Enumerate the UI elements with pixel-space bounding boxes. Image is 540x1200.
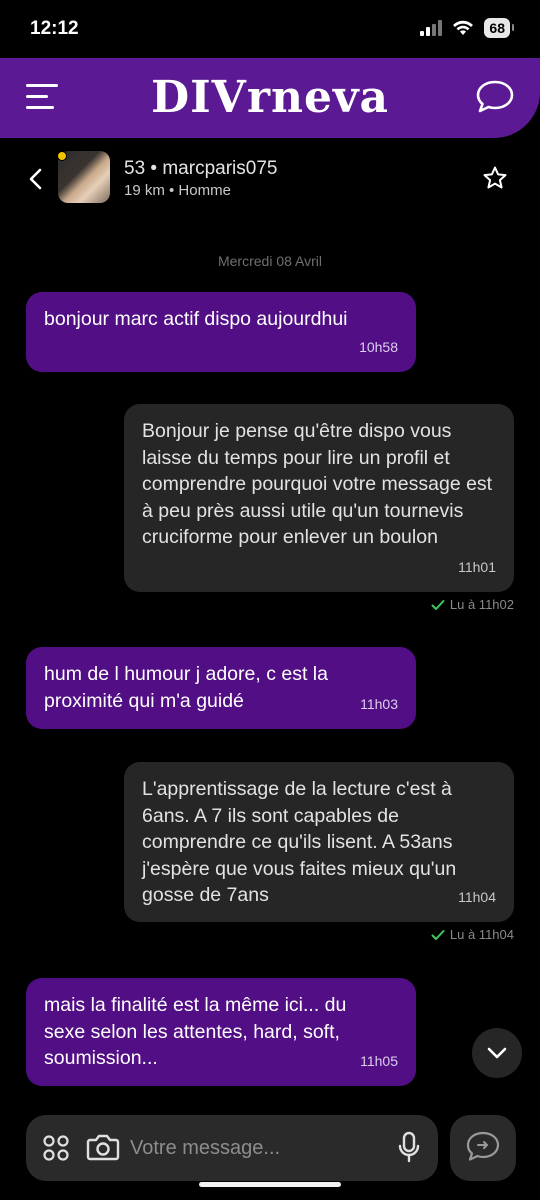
camera-icon[interactable]	[86, 1132, 120, 1162]
status-time: 12:12	[30, 18, 79, 39]
star-icon[interactable]	[482, 165, 508, 191]
microphone-icon[interactable]	[398, 1131, 420, 1163]
message-time: 11h01	[458, 558, 496, 575]
signal-icon	[420, 20, 443, 36]
chevron-left-icon[interactable]	[24, 165, 48, 193]
message-composer	[26, 1115, 438, 1181]
send-chat-icon	[466, 1131, 500, 1161]
chevron-down-icon	[487, 1047, 507, 1059]
home-indicator	[199, 1182, 341, 1187]
message-incoming[interactable]: bonjour marc actif dispo aujourdhui 10h5…	[26, 292, 416, 372]
brand-logo: DIVrneva	[150, 72, 390, 123]
message-incoming[interactable]: hum de l humour j adore, c est la proxim…	[26, 647, 416, 729]
scroll-to-bottom-button[interactable]	[472, 1028, 522, 1078]
message-time: 11h03	[360, 695, 398, 712]
app-header: DIVrneva	[0, 58, 540, 138]
conversation-header: 53 • marcparis075 19 km • Homme	[0, 145, 540, 215]
message-input[interactable]	[130, 1129, 380, 1167]
battery-indicator: 68	[484, 18, 514, 38]
status-bar: 12:12 68	[0, 0, 540, 58]
read-receipt: Lu à 11h02	[431, 597, 514, 612]
message-text: mais la finalité est la même ici... du s…	[44, 994, 347, 1069]
check-icon	[431, 929, 445, 940]
status-icons: 68	[420, 18, 514, 38]
send-button[interactable]	[450, 1115, 516, 1181]
chat-bubble-icon[interactable]	[474, 78, 516, 116]
wifi-icon	[453, 20, 474, 35]
read-receipt: Lu à 11h04	[431, 927, 514, 942]
message-outgoing[interactable]: Bonjour je pense qu'être dispo vous lais…	[124, 404, 514, 592]
message-time: 10h58	[359, 338, 398, 355]
read-receipt-text: Lu à 11h02	[449, 597, 514, 612]
message-text: bonjour marc actif dispo aujourdhui	[44, 308, 348, 330]
grid-icon[interactable]	[42, 1134, 70, 1162]
message-text: hum de l humour j adore, c est la proxim…	[44, 663, 328, 712]
day-separator: Mercredi 08 Avril	[217, 253, 322, 269]
message-text: Bonjour je pense qu'être dispo vous lais…	[142, 420, 493, 548]
check-icon	[431, 599, 445, 610]
message-text: L'apprentissage de la lecture c'est à 6a…	[142, 778, 457, 906]
message-incoming[interactable]: mais la finalité est la même ici... du s…	[26, 978, 416, 1086]
conversation-subtitle: 19 km • Homme	[124, 182, 231, 199]
message-outgoing[interactable]: L'apprentissage de la lecture c'est à 6a…	[124, 762, 514, 922]
message-time: 11h05	[360, 1052, 398, 1069]
conversation-title[interactable]: 53 • marcparis075	[124, 158, 277, 180]
online-status-dot	[57, 151, 67, 161]
message-time: 11h04	[458, 888, 496, 905]
read-receipt-text: Lu à 11h04	[449, 927, 514, 942]
